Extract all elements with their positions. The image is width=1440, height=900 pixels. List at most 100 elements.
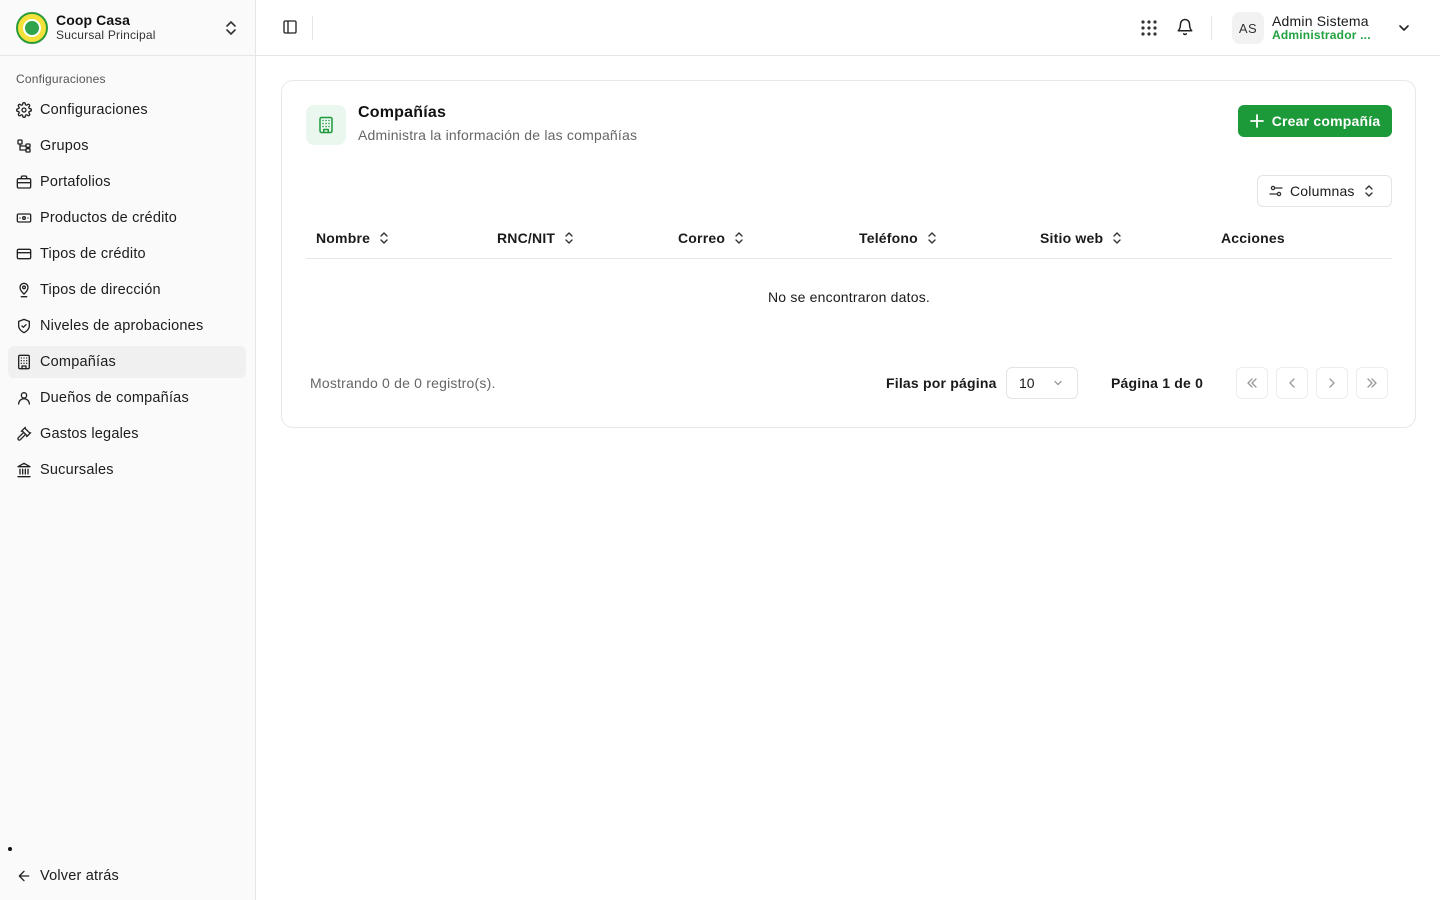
- column-header-label: Nombre: [316, 230, 371, 246]
- sidebar-item-tipos-de-direccion[interactable]: Tipos de dirección: [8, 274, 246, 306]
- panel-left-icon[interactable]: [282, 19, 298, 35]
- page-title: Compañías: [358, 104, 447, 121]
- sidebar-item-niveles-de-aprobaciones[interactable]: Niveles de aprobaciones: [8, 310, 246, 342]
- sidebar-item-label: Grupos: [40, 138, 89, 154]
- bell-icon[interactable]: [1176, 18, 1194, 36]
- divider: [312, 16, 313, 40]
- columns-button[interactable]: Columnas: [1257, 175, 1392, 207]
- group-tree-icon: [16, 138, 32, 154]
- page-indicator: Página 1 de 0: [1111, 375, 1204, 391]
- avatar: AS: [1232, 12, 1264, 44]
- sidebar-item-label: Configuraciones: [40, 102, 148, 118]
- shield-check-icon: [16, 318, 32, 334]
- organization-name: Coop Casa: [56, 12, 131, 29]
- sidebar-item-label: Tipos de crédito: [40, 246, 146, 262]
- divider: [1211, 16, 1212, 40]
- empty-state-text: No se encontraron datos.: [767, 289, 930, 305]
- banknote-icon: [16, 210, 32, 226]
- sliders-icon: [1269, 185, 1283, 197]
- bank-icon: [16, 462, 32, 478]
- sidebar-item-label: Portafolios: [40, 174, 111, 190]
- nav-section-label: Configuraciones: [16, 72, 106, 86]
- column-header-acciones: Acciones: [1221, 221, 1285, 255]
- page-subtitle: Administra la información de las compañí…: [358, 127, 638, 143]
- rows-per-page-value: 10: [1019, 375, 1035, 391]
- sidebar-item-label: Gastos legales: [40, 426, 139, 442]
- chevrons-up-down-icon: [226, 21, 236, 35]
- user-icon: [16, 390, 32, 406]
- chevron-down-icon: [1399, 25, 1409, 31]
- column-header-rnc-nit[interactable]: RNC/NIT: [497, 221, 575, 255]
- table-header: Nombre RNC/NIT Correo Teléfono Sitio web…: [306, 221, 1392, 259]
- sidebar-item-gastos-legales[interactable]: Gastos legales: [8, 418, 246, 450]
- chevrons-left-icon: [1247, 378, 1257, 388]
- column-header-label: Correo: [678, 230, 726, 246]
- column-header-telefono[interactable]: Teléfono: [859, 221, 938, 255]
- last-page-button[interactable]: [1356, 367, 1388, 399]
- gear-icon: [16, 102, 32, 118]
- branch-name: Sucursal Principal: [56, 28, 156, 43]
- column-header-sitio-web[interactable]: Sitio web: [1040, 221, 1123, 255]
- sort-icon: [380, 232, 388, 244]
- sidebar-item-label: Productos de crédito: [40, 210, 177, 226]
- rows-per-page-select[interactable]: 10: [1006, 367, 1078, 399]
- rows-per-page-label: Filas por página: [886, 375, 997, 391]
- previous-page-button[interactable]: [1276, 367, 1308, 399]
- column-header-correo[interactable]: Correo: [678, 221, 745, 255]
- user-role: Administrador ...: [1272, 29, 1371, 43]
- status-dot: [8, 847, 12, 851]
- gavel-icon: [16, 426, 32, 442]
- sidebar-item-grupos[interactable]: Grupos: [8, 130, 246, 162]
- user-menu[interactable]: AS Admin Sistema Administrador ...: [1232, 8, 1428, 48]
- column-header-label: Acciones: [1221, 230, 1285, 246]
- user-name: Admin Sistema: [1272, 13, 1369, 30]
- sidebar-item-label: Dueños de compañías: [40, 390, 189, 406]
- chevron-down-icon: [1054, 380, 1062, 386]
- sort-icon: [928, 232, 936, 244]
- sort-icon: [1113, 232, 1121, 244]
- building-icon: [16, 354, 32, 370]
- column-header-nombre[interactable]: Nombre: [316, 221, 390, 255]
- chevrons-up-down-icon: [1364, 185, 1373, 197]
- arrow-left-icon: [18, 870, 30, 882]
- organization-switcher[interactable]: Coop Casa Sucursal Principal: [0, 0, 255, 56]
- columns-button-label: Columnas: [1290, 183, 1355, 199]
- next-page-button[interactable]: [1316, 367, 1348, 399]
- first-page-button[interactable]: [1236, 367, 1268, 399]
- sidebar-item-label: Compañías: [40, 354, 116, 370]
- column-header-label: RNC/NIT: [497, 230, 556, 246]
- records-summary: Mostrando 0 de 0 registro(s).: [310, 375, 496, 391]
- sidebar-nav: Configuraciones Grupos Portafolios Produ…: [8, 94, 246, 490]
- coop-logo: [16, 11, 48, 44]
- sidebar-item-sucursales[interactable]: Sucursales: [8, 454, 246, 486]
- sidebar-item-label: Sucursales: [40, 462, 114, 478]
- sidebar-item-label: Niveles de aprobaciones: [40, 318, 204, 334]
- chevron-right-icon: [1329, 378, 1335, 388]
- map-pin-icon: [16, 282, 32, 298]
- sidebar-item-portafolios[interactable]: Portafolios: [8, 166, 246, 198]
- sidebar-item-duenos-de-companias[interactable]: Dueños de compañías: [8, 382, 246, 414]
- sidebar-item-companias[interactable]: Compañías: [8, 346, 246, 378]
- back-link-label: Volver atrás: [40, 868, 119, 884]
- grid-icon[interactable]: [1140, 19, 1158, 37]
- credit-card-icon: [16, 246, 32, 262]
- companies-card: Compañías Administra la información de l…: [281, 80, 1416, 428]
- column-header-label: Teléfono: [859, 230, 918, 246]
- sidebar-item-tipos-de-credito[interactable]: Tipos de crédito: [8, 238, 246, 270]
- create-company-button[interactable]: Crear compañía: [1238, 105, 1392, 137]
- sidebar: Coop Casa Sucursal Principal Configuraci…: [0, 0, 256, 900]
- column-header-label: Sitio web: [1040, 230, 1104, 246]
- chevron-left-icon: [1289, 378, 1295, 388]
- sort-icon: [735, 232, 743, 244]
- briefcase-icon: [16, 174, 32, 190]
- sort-icon: [565, 232, 573, 244]
- topbar: AS Admin Sistema Administrador ...: [256, 0, 1440, 56]
- sidebar-item-label: Tipos de dirección: [40, 282, 161, 298]
- plus-icon: [1249, 114, 1264, 128]
- back-link[interactable]: Volver atrás: [16, 864, 119, 888]
- chevrons-right-icon: [1367, 378, 1377, 388]
- create-company-label: Crear compañía: [1271, 113, 1381, 129]
- sidebar-item-configuraciones[interactable]: Configuraciones: [8, 94, 246, 126]
- sidebar-item-productos-de-credito[interactable]: Productos de crédito: [8, 202, 246, 234]
- building-icon: [306, 105, 346, 145]
